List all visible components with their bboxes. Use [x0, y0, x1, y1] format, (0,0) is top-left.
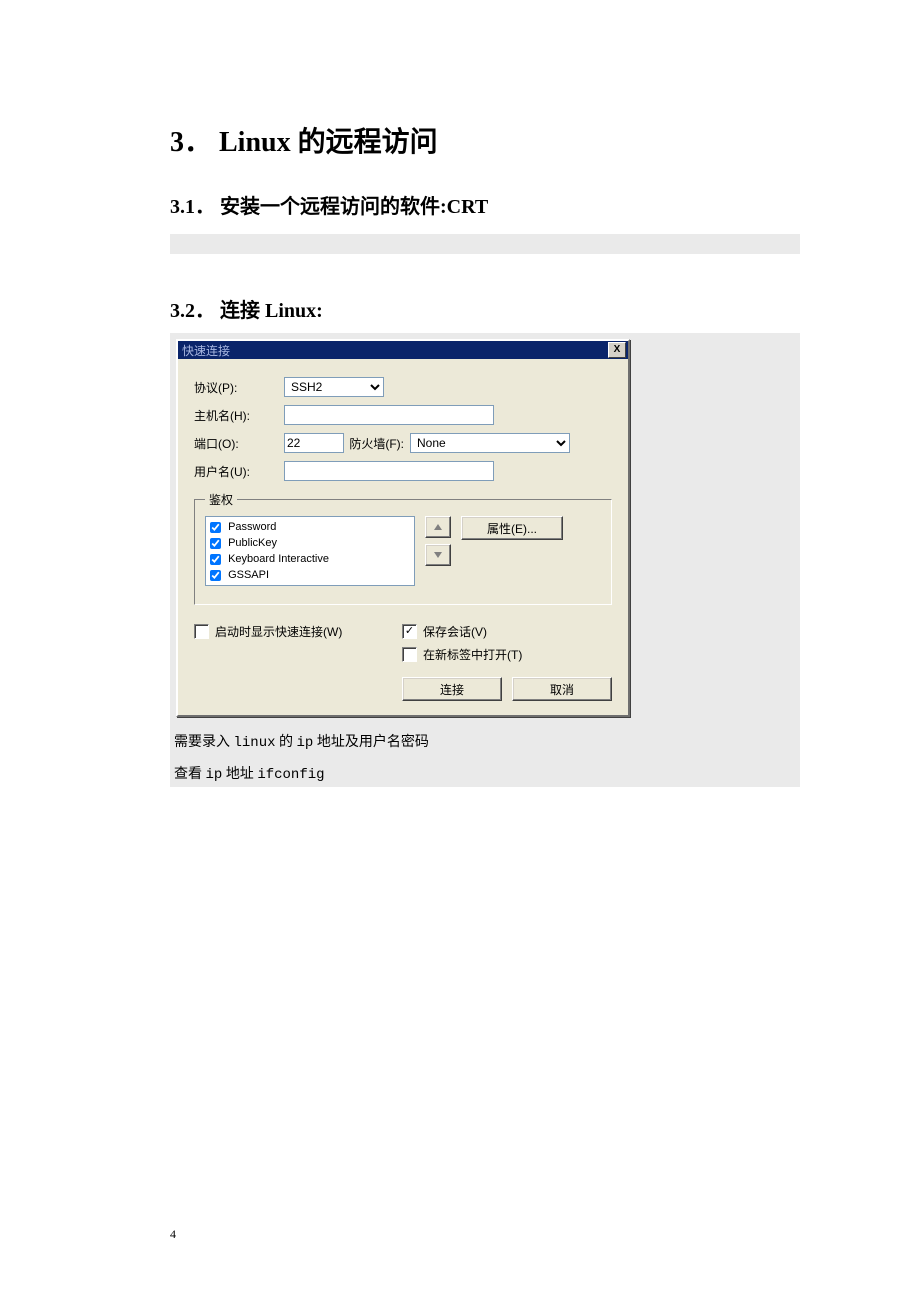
page-number: 4: [170, 1227, 176, 1242]
note-line-2: 查看 ip 地址 ifconfig: [170, 755, 800, 787]
auth-gssapi-row[interactable]: GSSAPI: [210, 567, 410, 583]
show-on-start-row[interactable]: 启动时显示快速连接(W): [194, 623, 342, 640]
auth-legend: 鉴权: [205, 491, 237, 508]
auth-publickey-label: PublicKey: [228, 537, 277, 549]
move-down-icon[interactable]: [425, 544, 451, 566]
auth-keyboard-row[interactable]: Keyboard Interactive: [210, 551, 410, 567]
heading-section-3-1: 3.1． 安装一个远程访问的软件:CRT: [170, 190, 800, 219]
example-block: 快速连接 X 协议(P): SSH2 主机名(H): 端: [170, 333, 800, 787]
hostname-input[interactable]: [284, 405, 494, 425]
protocol-select[interactable]: SSH2: [284, 377, 384, 397]
protocol-label: 协议(P):: [194, 379, 284, 396]
open-in-tab-row[interactable]: 在新标签中打开(T): [402, 646, 522, 663]
properties-button[interactable]: 属性(E)...: [461, 516, 563, 540]
move-up-icon[interactable]: [425, 516, 451, 538]
auth-publickey-row[interactable]: PublicKey: [210, 535, 410, 551]
dialog-titlebar: 快速连接 X: [178, 341, 628, 359]
show-on-start-checkbox[interactable]: [194, 624, 209, 639]
open-in-tab-checkbox[interactable]: [402, 647, 417, 662]
auth-methods-list[interactable]: Password PublicKey Keyboard Interactive: [205, 516, 415, 586]
auth-password-row[interactable]: Password: [210, 519, 410, 535]
auth-fieldset: 鉴权 Password PublicKey: [194, 491, 612, 605]
save-session-checkbox[interactable]: [402, 624, 417, 639]
dialog-title: 快速连接: [182, 342, 230, 359]
auth-password-checkbox[interactable]: [210, 522, 221, 533]
note-line-1: 需要录入 linux 的 ip 地址及用户名密码: [170, 723, 800, 755]
quick-connect-dialog: 快速连接 X 协议(P): SSH2 主机名(H): 端: [176, 339, 630, 717]
heading-chapter: 3． Linux 的远程访问: [170, 120, 800, 160]
save-session-row[interactable]: 保存会话(V): [402, 623, 487, 640]
auth-keyboard-label: Keyboard Interactive: [228, 553, 329, 565]
open-in-tab-label: 在新标签中打开(T): [423, 646, 522, 663]
username-label: 用户名(U):: [194, 463, 284, 480]
auth-password-label: Password: [228, 521, 276, 533]
hostname-label: 主机名(H):: [194, 407, 284, 424]
gray-banner-placeholder: [170, 234, 800, 254]
firewall-label: 防火墙(F):: [344, 435, 410, 452]
show-on-start-label: 启动时显示快速连接(W): [215, 623, 342, 640]
port-label: 端口(O):: [194, 435, 284, 452]
connect-button[interactable]: 连接: [402, 677, 502, 701]
username-input[interactable]: [284, 461, 494, 481]
auth-gssapi-label: GSSAPI: [228, 569, 269, 581]
port-input[interactable]: [284, 433, 344, 453]
heading-section-3-2: 3.2． 连接 Linux:: [170, 294, 800, 323]
auth-keyboard-checkbox[interactable]: [210, 554, 221, 565]
auth-gssapi-checkbox[interactable]: [210, 570, 221, 581]
close-icon[interactable]: X: [608, 342, 626, 358]
auth-publickey-checkbox[interactable]: [210, 538, 221, 549]
cancel-button[interactable]: 取消: [512, 677, 612, 701]
firewall-select[interactable]: None: [410, 433, 570, 453]
save-session-label: 保存会话(V): [423, 623, 487, 640]
